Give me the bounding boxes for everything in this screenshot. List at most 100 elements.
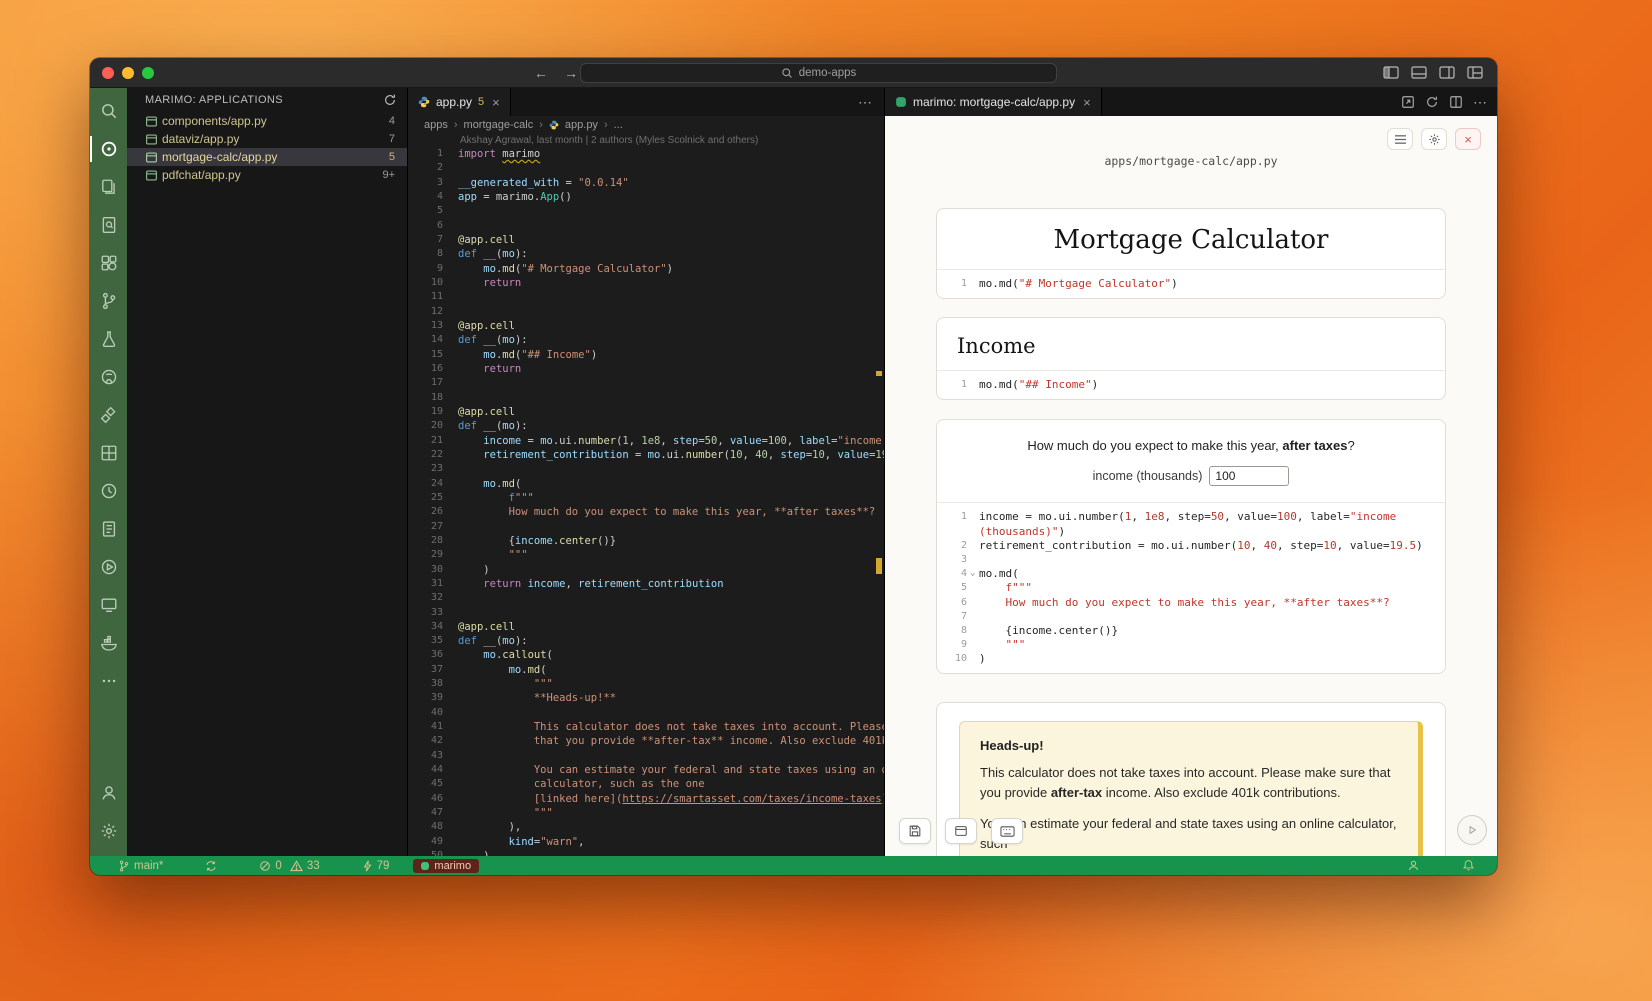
pipelines-icon[interactable] [90, 396, 127, 434]
code-line: 41 This calculator does not take taxes i… [408, 720, 884, 734]
notifications-bell-icon[interactable] [1444, 857, 1487, 875]
git-branch-status[interactable]: main* [100, 857, 175, 875]
code-line: 3 [947, 553, 1435, 567]
layout-grid-icon[interactable] [90, 434, 127, 472]
code-line: 39 **Heads-up!** [408, 691, 884, 705]
remote-devices-icon[interactable] [90, 586, 127, 624]
components-icon[interactable] [90, 244, 127, 282]
lightning-status[interactable]: 79 [344, 857, 402, 875]
code-line: 17 [408, 376, 884, 390]
tree-item-pdfchat[interactable]: pdfchat/app.py 9+ [127, 166, 407, 184]
problems-status[interactable]: 0 33 [241, 857, 331, 875]
code-line: 9 mo.md("# Mortgage Calculator") [408, 262, 884, 276]
search-icon [781, 67, 793, 79]
breadcrumb-mortgage-calc[interactable]: mortgage-calc [464, 119, 534, 131]
ruler-mark [876, 371, 882, 376]
breadcrumb-symbol[interactable]: ... [614, 119, 623, 131]
settings-gear-icon[interactable] [90, 812, 127, 850]
tab-bar-more-icon[interactable]: ⋯ [858, 94, 872, 111]
tab-app-py[interactable]: app.py 5 × [408, 88, 511, 116]
income-field-label: income (thousands) [1093, 469, 1203, 483]
account-person-icon[interactable] [90, 774, 127, 812]
code-line: 24 mo.md( [408, 477, 884, 491]
chevron-right-icon: › [604, 119, 608, 131]
explorer-files-icon[interactable] [90, 168, 127, 206]
menu-button[interactable] [1387, 128, 1413, 150]
split-editor-icon[interactable] [1449, 95, 1463, 109]
section-heading: Income [937, 318, 1445, 370]
close-tab-icon[interactable]: × [492, 95, 500, 110]
beaker-test-icon[interactable] [90, 320, 127, 358]
back-icon[interactable]: ← [534, 65, 548, 81]
code-line: 21 income = mo.ui.number(1, 1e8, step=50… [408, 434, 884, 448]
code-line: 22 retirement_contribution = mo.ui.numbe… [408, 448, 884, 462]
history-clock-icon[interactable] [90, 472, 127, 510]
overview-ruler[interactable] [874, 147, 884, 856]
tab-label: marimo: mortgage-calc/app.py [913, 95, 1075, 109]
breadcrumb[interactable]: apps › mortgage-calc › app.py › ... [408, 116, 884, 134]
shutdown-app-button[interactable]: × [1455, 128, 1481, 150]
code-line: 14def __(mo): [408, 333, 884, 347]
forward-icon[interactable]: → [564, 65, 578, 81]
python-file-icon [549, 120, 559, 130]
feedback-person-icon[interactable] [1389, 857, 1432, 875]
tree-item-dataviz[interactable]: dataviz/app.py 7 [127, 130, 407, 148]
more-views-icon[interactable] [90, 662, 127, 700]
desktop: { "icons": { "back": "←", "forward": "→"… [0, 0, 1652, 1001]
customize-layout-icon[interactable] [1467, 66, 1483, 79]
cell-code[interactable]: 1income = mo.ui.number(1, 1e8, step=50, … [937, 502, 1445, 673]
docker-icon[interactable] [90, 624, 127, 662]
source-control-branch-icon[interactable] [90, 282, 127, 320]
marimo-status-badge[interactable]: marimo [413, 859, 479, 873]
sync-changes-icon[interactable] [187, 857, 229, 875]
breadcrumb-app-py[interactable]: app.py [565, 119, 598, 131]
open-window-button[interactable] [945, 818, 977, 844]
command-center-search[interactable]: demo-apps [580, 63, 1057, 83]
git-blame-annotation: Akshay Agrawal, last month | 2 authors (… [408, 134, 884, 147]
code-line: 9 """ [947, 638, 1435, 652]
close-window-button[interactable] [102, 67, 114, 79]
tree-item-mortgage-calc[interactable]: mortgage-calc/app.py 5 [127, 148, 407, 166]
save-button[interactable] [899, 818, 931, 844]
github-icon[interactable] [90, 358, 127, 396]
run-debug-icon[interactable] [90, 548, 127, 586]
app-file-icon [145, 169, 158, 182]
open-in-browser-icon[interactable] [1401, 95, 1415, 109]
breadcrumb-apps[interactable]: apps [424, 119, 448, 131]
cell-code[interactable]: 1mo.md("# Mortgage Calculator") [937, 269, 1445, 298]
app-settings-gear-button[interactable] [1421, 128, 1447, 150]
marimo-webview[interactable]: × apps/mortgage-calc/app.py Mortgage Cal… [885, 116, 1497, 856]
code-line: 27 [408, 520, 884, 534]
doc-preview-icon[interactable] [90, 206, 127, 244]
code-line: 33 [408, 606, 884, 620]
keyboard-shortcuts-button[interactable] [991, 818, 1023, 844]
minimize-window-button[interactable] [122, 67, 134, 79]
toggle-primary-sidebar-icon[interactable] [1383, 66, 1399, 79]
callout-title: Heads-up! [980, 738, 1398, 753]
code-line: 25 f""" [408, 491, 884, 505]
code-line: 4⌄mo.md( [947, 567, 1435, 581]
income-input[interactable] [1209, 466, 1289, 486]
marimo-icon[interactable] [90, 130, 127, 168]
zoom-window-button[interactable] [142, 67, 154, 79]
code-line: 48 ), [408, 820, 884, 834]
notebook-icon[interactable] [90, 510, 127, 548]
code-editor[interactable]: 1import marimo23__generated_with = "0.0.… [408, 147, 884, 856]
run-app-button[interactable] [1457, 815, 1487, 845]
refresh-icon[interactable] [383, 93, 397, 107]
close-tab-icon[interactable]: × [1083, 95, 1091, 110]
toggle-panel-icon[interactable] [1411, 66, 1427, 79]
warning-callout: Heads-up! This calculator does not take … [959, 721, 1423, 856]
code-line: 46 [linked here](https://smartasset.com/… [408, 792, 884, 806]
more-actions-icon[interactable]: ⋯ [1473, 94, 1487, 111]
toggle-secondary-sidebar-icon[interactable] [1439, 66, 1455, 79]
prompt-text: How much do you expect to make this year… [953, 438, 1429, 453]
cell-code[interactable]: 1mo.md("## Income") [937, 370, 1445, 399]
window-controls [102, 67, 154, 79]
code-line: 18 [408, 391, 884, 405]
search-icon[interactable] [90, 92, 127, 130]
tree-item-components[interactable]: components/app.py 4 [127, 112, 407, 130]
refresh-icon[interactable] [1425, 95, 1439, 109]
code-line: 10 return [408, 276, 884, 290]
tab-marimo-preview[interactable]: marimo: mortgage-calc/app.py × [885, 88, 1102, 116]
